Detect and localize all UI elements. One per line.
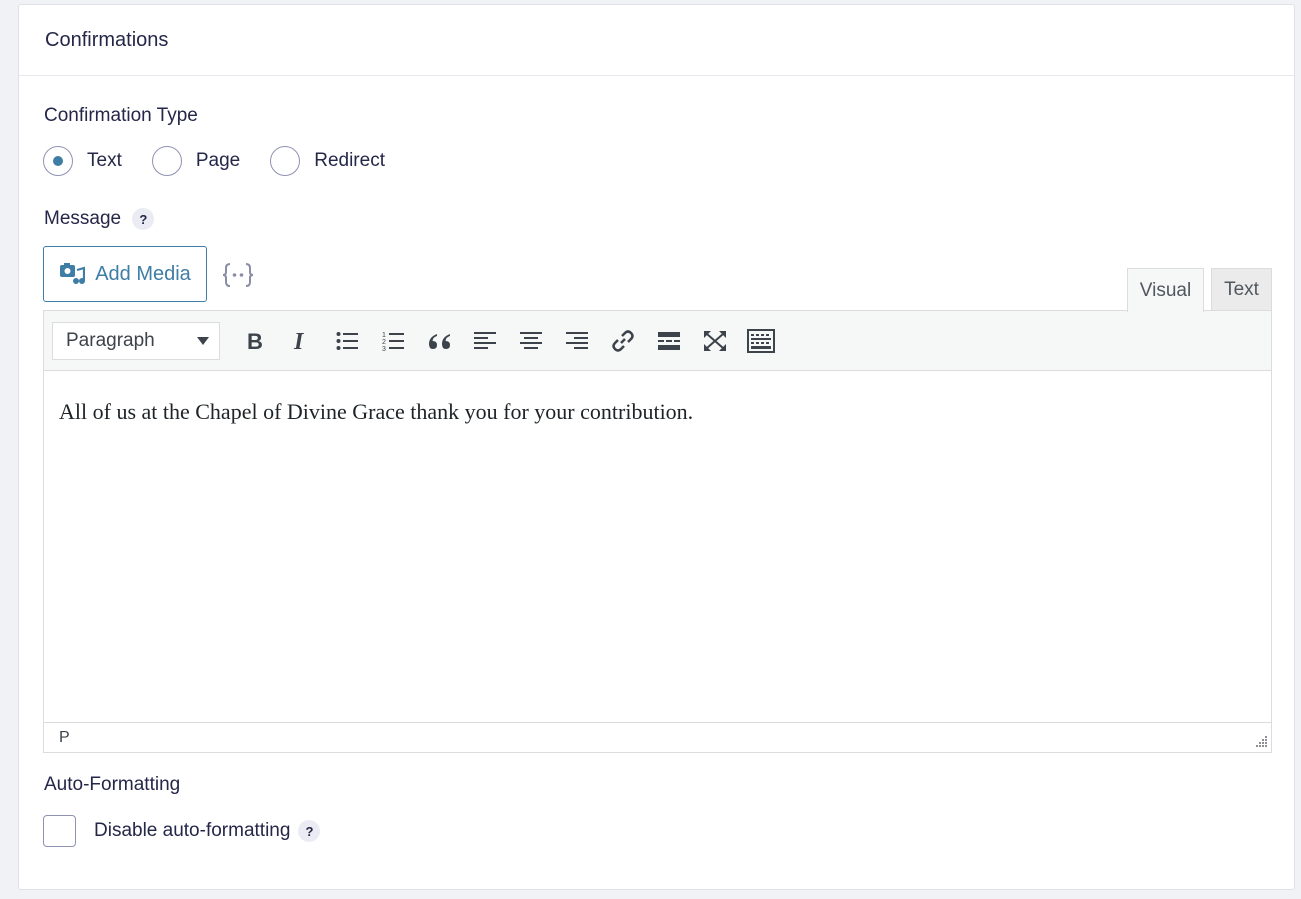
- link-icon: [612, 329, 634, 352]
- blockquote-icon: [429, 333, 450, 349]
- radio-option-page[interactable]: Page: [151, 146, 241, 176]
- radio-label-redirect: Redirect: [314, 150, 385, 171]
- merge-tags-icon[interactable]: [222, 261, 254, 294]
- tab-text[interactable]: Text: [1211, 268, 1272, 311]
- auto-formatting-help-icon[interactable]: ?: [298, 820, 321, 842]
- message-label: Message: [44, 208, 122, 230]
- blockquote-button[interactable]: [416, 321, 462, 361]
- add-media-button[interactable]: Add Media: [43, 246, 207, 302]
- read-more-button[interactable]: [646, 321, 692, 361]
- bulleted-list-icon: [336, 331, 358, 350]
- italic-icon: I: [293, 330, 305, 352]
- keyboard-icon: [747, 328, 775, 353]
- message-editor: Paragraph B I 1 2 3 All of us at the Cha…: [43, 310, 1272, 753]
- editor-toolbar: Paragraph B I 1 2 3: [44, 311, 1271, 371]
- radio-option-redirect[interactable]: Redirect: [270, 146, 385, 176]
- toolbar-toggle-button[interactable]: [738, 321, 784, 361]
- format-select[interactable]: Paragraph: [52, 321, 220, 360]
- element-path[interactable]: P: [59, 729, 70, 747]
- format-select-value: Paragraph: [66, 329, 155, 351]
- confirmation-type-label: Confirmation Type: [44, 105, 198, 126]
- disable-auto-formatting-label[interactable]: Disable auto-formatting: [94, 820, 290, 842]
- align-right-button[interactable]: [554, 321, 600, 361]
- align-center-button[interactable]: [508, 321, 554, 361]
- svg-text:1: 1: [382, 332, 386, 339]
- radio-label-text: Text: [87, 150, 122, 171]
- disable-auto-formatting-checkbox[interactable]: [43, 815, 76, 847]
- panel-title: Confirmations: [45, 28, 169, 51]
- svg-text:I: I: [293, 330, 305, 352]
- bold-button[interactable]: B: [232, 321, 278, 361]
- radio-option-text[interactable]: Text: [43, 146, 122, 176]
- read-more-icon: [658, 331, 680, 350]
- radio-label-page: Page: [195, 150, 241, 171]
- bulleted-list-button[interactable]: [324, 321, 370, 361]
- tab-visual[interactable]: Visual: [1127, 268, 1204, 312]
- message-help-icon[interactable]: ?: [132, 208, 155, 230]
- message-label-row: Message ?: [44, 208, 155, 230]
- svg-text:2: 2: [382, 339, 386, 346]
- svg-text:B: B: [247, 330, 263, 352]
- align-right-icon: [566, 331, 588, 349]
- caret-down-icon: [197, 336, 209, 345]
- italic-button[interactable]: I: [278, 321, 324, 361]
- confirmations-panel: Confirmations Confirmation Type Text Pag…: [18, 4, 1295, 890]
- disable-auto-formatting-row: Disable auto-formatting ?: [43, 815, 321, 847]
- confirmation-type-radios: Text Page Redirect: [43, 146, 415, 176]
- bold-icon: B: [247, 330, 263, 352]
- svg-text:3: 3: [382, 346, 386, 352]
- radio-circle-page[interactable]: [151, 146, 182, 176]
- editor-content[interactable]: All of us at the Chapel of Divine Grace …: [44, 371, 1271, 722]
- fullscreen-button[interactable]: [692, 321, 738, 361]
- insert-link-button[interactable]: [600, 321, 646, 361]
- media-icon: [60, 263, 86, 284]
- numbered-list-button[interactable]: 1 2 3: [370, 321, 416, 361]
- resize-handle-icon[interactable]: [1254, 735, 1268, 749]
- align-left-icon: [474, 331, 496, 349]
- panel-header: Confirmations: [19, 5, 1294, 76]
- add-media-label: Add Media: [95, 262, 191, 285]
- radio-circle-redirect[interactable]: [270, 146, 301, 176]
- numbered-list-icon: 1 2 3: [382, 332, 404, 352]
- message-content: All of us at the Chapel of Divine Grace …: [59, 399, 694, 424]
- align-center-icon: [520, 331, 542, 349]
- editor-status-bar: P: [44, 722, 1271, 752]
- radio-circle-text[interactable]: [43, 146, 73, 176]
- auto-formatting-label: Auto-Formatting: [44, 774, 181, 795]
- fullscreen-icon: [704, 330, 726, 351]
- align-left-button[interactable]: [462, 321, 508, 361]
